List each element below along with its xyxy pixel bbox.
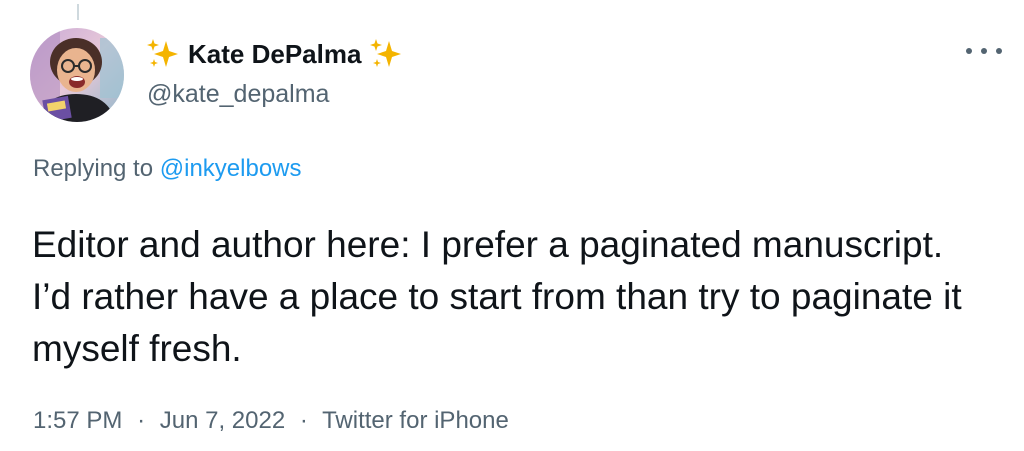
reply-mention-link[interactable]: @inkyelbows bbox=[160, 155, 302, 182]
author-handle[interactable]: @kate_depalma bbox=[147, 80, 329, 109]
replying-to-line: Replying to @inkyelbows bbox=[33, 155, 302, 183]
tweet-text: Editor and author here: I prefer a pagin… bbox=[32, 224, 962, 369]
meta-separator: · bbox=[137, 407, 146, 434]
replying-to-label: Replying to bbox=[33, 155, 154, 182]
meta-separator: · bbox=[299, 407, 308, 434]
thread-connector-line bbox=[77, 4, 79, 20]
avatar[interactable] bbox=[30, 28, 124, 122]
author-display-name[interactable]: Kate DePalma bbox=[188, 39, 361, 70]
more-options-icon bbox=[981, 48, 987, 54]
tweet-metadata: 1:57 PM · Jun 7, 2022 · Twitter for iPho… bbox=[33, 407, 509, 435]
more-options-icon bbox=[966, 48, 972, 54]
sparkles-icon bbox=[146, 37, 180, 71]
author-name-row[interactable]: Kate DePalma bbox=[146, 34, 403, 74]
more-options-icon bbox=[996, 48, 1002, 54]
tweet-source-link[interactable]: Twitter for iPhone bbox=[322, 407, 509, 434]
tweet-timestamp-time[interactable]: 1:57 PM bbox=[33, 407, 122, 434]
more-options-button[interactable] bbox=[966, 38, 1002, 64]
sparkles-icon bbox=[369, 37, 403, 71]
tweet-timestamp-date[interactable]: Jun 7, 2022 bbox=[160, 407, 285, 434]
